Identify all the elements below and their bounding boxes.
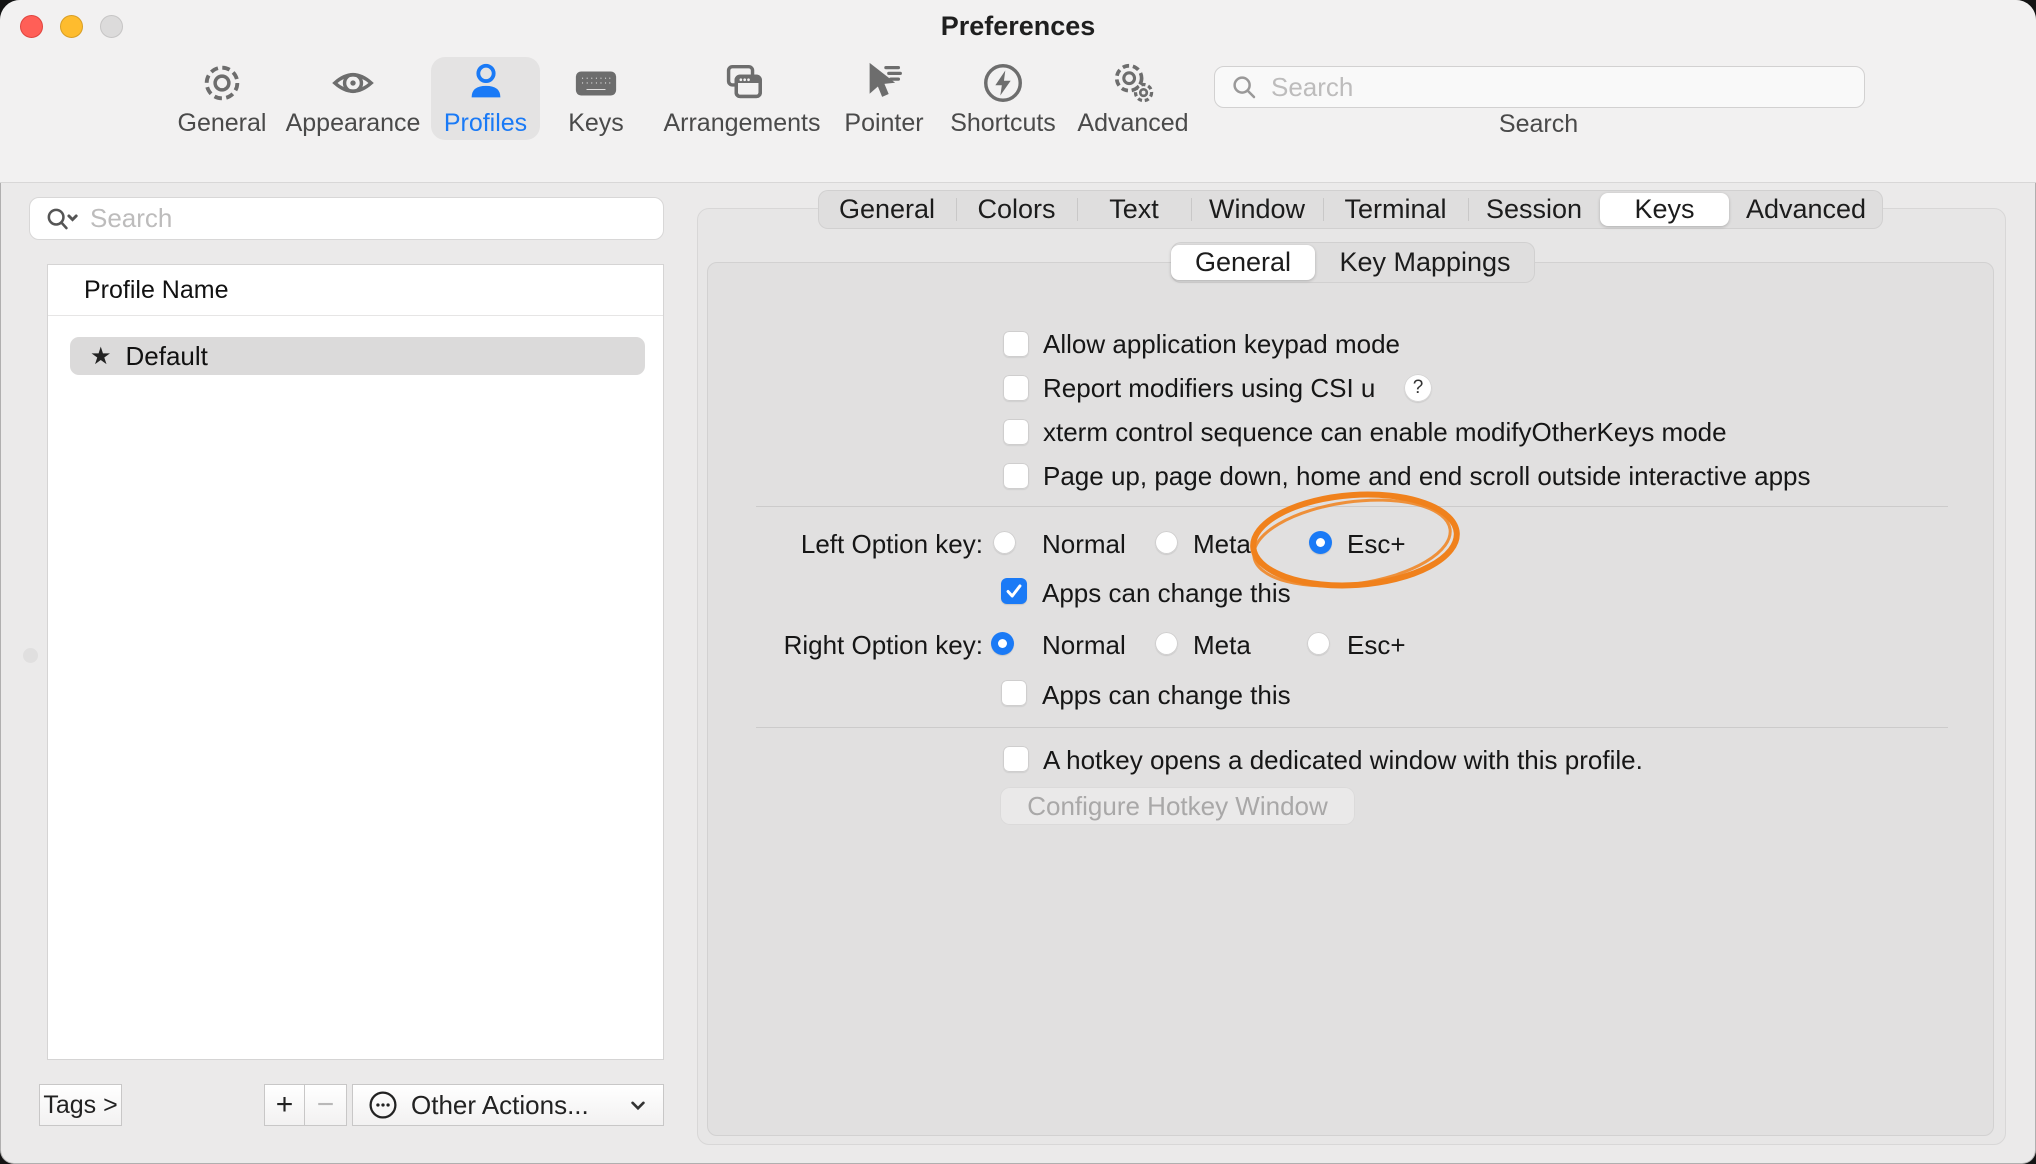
radio-right-meta[interactable]	[1155, 632, 1178, 655]
toolbar-item-label: General	[178, 109, 267, 138]
toolbar-item-pointer[interactable]: Pointer	[836, 57, 932, 140]
star-icon: ★	[90, 342, 112, 371]
checkbox-right-apps-can-change[interactable]	[1001, 680, 1027, 706]
keys-subtabs: General Key Mappings	[1171, 242, 1535, 283]
remove-profile-button[interactable]: −	[304, 1084, 347, 1126]
checkbox-hotkey-window[interactable]	[1003, 746, 1029, 772]
other-actions-dropdown[interactable]: Other Actions...	[352, 1084, 664, 1126]
subtab-general[interactable]: General	[1171, 245, 1315, 280]
checkbox-label[interactable]: Report modifiers using CSI u	[1043, 373, 1375, 404]
chevron-down-icon	[625, 1092, 651, 1118]
eye-icon	[328, 57, 378, 109]
bolt-circle-icon	[980, 57, 1026, 109]
radio-left-meta[interactable]	[1155, 531, 1178, 554]
checkbox-label[interactable]: Apps can change this	[1042, 680, 1291, 711]
tab-colors[interactable]: Colors	[956, 190, 1077, 229]
window-title: Preferences	[0, 11, 2036, 42]
add-profile-button[interactable]: +	[264, 1084, 305, 1126]
tab-session[interactable]: Session	[1468, 190, 1600, 229]
tags-button[interactable]: Tags >	[39, 1084, 122, 1126]
right-option-key-label: Right Option key:	[700, 630, 983, 661]
toolbar-item-advanced[interactable]: Advanced	[1072, 57, 1194, 140]
divider	[756, 727, 1948, 728]
radio-label[interactable]: Normal	[1042, 529, 1126, 560]
search-icon	[1229, 72, 1259, 102]
toolbar-item-general[interactable]: General	[166, 57, 278, 140]
radio-label[interactable]: Esc+	[1347, 529, 1406, 560]
ellipsis-circle-icon	[367, 1089, 399, 1121]
checkbox-label[interactable]: Apps can change this	[1042, 578, 1291, 609]
tab-window[interactable]: Window	[1191, 190, 1323, 229]
checkbox-label[interactable]: A hotkey opens a dedicated window with t…	[1043, 745, 1643, 776]
profile-tabs: General Colors Text Window Terminal Sess…	[818, 190, 1883, 229]
column-header: Profile Name	[84, 276, 229, 305]
profile-search-field[interactable]	[29, 197, 664, 240]
toolbar-search-input[interactable]	[1269, 71, 1833, 104]
tab-terminal[interactable]: Terminal	[1323, 190, 1468, 229]
gear-icon	[199, 57, 245, 109]
help-button[interactable]: ?	[1404, 374, 1432, 402]
toolbar-item-keys[interactable]: Keys	[556, 57, 636, 140]
radio-label[interactable]: Meta	[1193, 630, 1251, 661]
toolbar-item-appearance[interactable]: Appearance	[288, 57, 418, 140]
radio-right-esc[interactable]	[1307, 632, 1330, 655]
checkbox-csi-u[interactable]	[1003, 375, 1029, 401]
toolbar-search-field[interactable]	[1214, 66, 1865, 108]
tab-advanced[interactable]: Advanced	[1729, 190, 1883, 229]
toolbar-item-label: Arrangements	[663, 109, 820, 138]
preferences-window: Preferences General Appearance Profiles	[0, 0, 2036, 1164]
person-icon	[463, 57, 509, 109]
toolbar-search-label: Search	[1214, 110, 1863, 139]
checkbox-label[interactable]: Allow application keypad mode	[1043, 329, 1400, 360]
search-chevron-icon	[44, 204, 78, 234]
toolbar-item-profiles[interactable]: Profiles	[431, 57, 540, 140]
keyboard-icon	[571, 57, 621, 109]
radio-label[interactable]: Normal	[1042, 630, 1126, 661]
tab-text[interactable]: Text	[1077, 190, 1191, 229]
toolbar-item-label: Shortcuts	[950, 109, 1056, 138]
window-edge-dot	[23, 648, 38, 663]
gears-icon	[1108, 57, 1158, 109]
toolbar-item-label: Keys	[568, 109, 624, 138]
radio-label[interactable]: Esc+	[1347, 630, 1406, 661]
toolbar-item-label: Appearance	[286, 109, 421, 138]
radio-label[interactable]: Meta	[1193, 529, 1251, 560]
profile-name: Default	[126, 341, 208, 372]
pointer-icon	[861, 57, 907, 109]
left-option-key-label: Left Option key:	[700, 529, 983, 560]
checkbox-keypad-mode[interactable]	[1003, 331, 1029, 357]
subtab-key-mappings[interactable]: Key Mappings	[1315, 242, 1535, 283]
checkbox-scroll-outside-apps[interactable]	[1003, 463, 1029, 489]
radio-left-esc[interactable]	[1309, 531, 1332, 554]
divider	[756, 506, 1948, 507]
toolbar-item-label: Pointer	[844, 109, 923, 138]
tab-keys[interactable]: Keys	[1600, 193, 1729, 226]
configure-hotkey-window-button[interactable]: Configure Hotkey Window	[1000, 787, 1355, 825]
profile-search-input[interactable]	[88, 202, 632, 235]
toolbar-item-label: Profiles	[444, 109, 527, 138]
toolbar-item-shortcuts[interactable]: Shortcuts	[944, 57, 1062, 140]
profile-row-default[interactable]: ★ Default	[70, 337, 645, 375]
checkbox-left-apps-can-change[interactable]	[1001, 578, 1027, 604]
tab-general[interactable]: General	[818, 190, 956, 229]
titlebar-toolbar: Preferences General Appearance Profiles	[0, 0, 2036, 183]
windows-icon	[718, 57, 766, 109]
toolbar-item-label: Advanced	[1077, 109, 1188, 138]
toolbar-item-arrangements[interactable]: Arrangements	[662, 57, 822, 140]
profile-list-header: Profile Name	[48, 265, 663, 316]
radio-left-normal[interactable]	[993, 531, 1016, 554]
profile-list: Profile Name ★ Default	[47, 264, 664, 1060]
radio-right-normal[interactable]	[991, 632, 1014, 655]
checkbox-label[interactable]: xterm control sequence can enable modify…	[1043, 417, 1727, 448]
checkbox-modify-other-keys[interactable]	[1003, 419, 1029, 445]
checkbox-label[interactable]: Page up, page down, home and end scroll …	[1043, 461, 1811, 492]
